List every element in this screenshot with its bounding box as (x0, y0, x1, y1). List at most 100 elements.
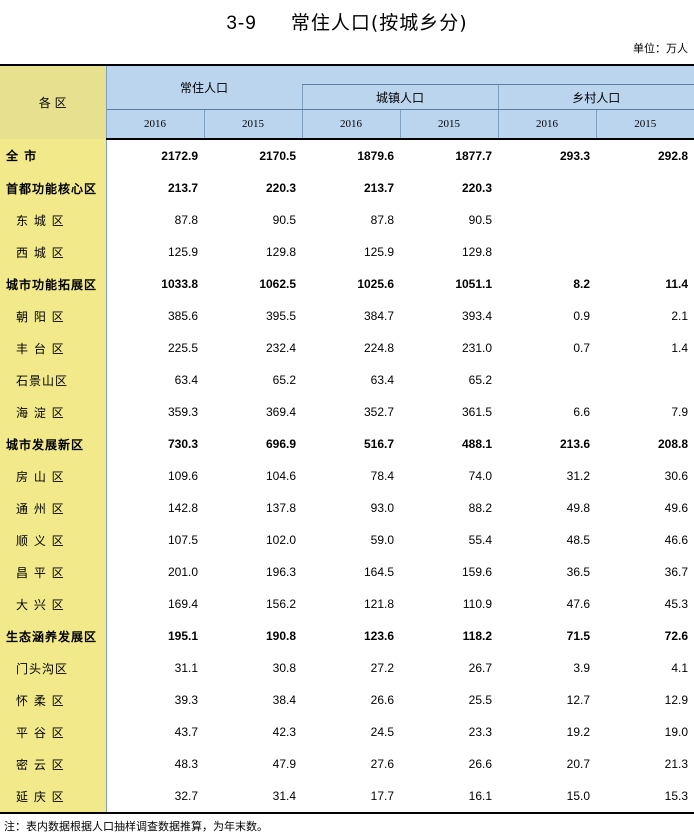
value-cell: 8.2 (573, 277, 591, 291)
value-cell: 3.9 (573, 661, 591, 675)
value-cell: 361.5 (461, 405, 493, 419)
region-name: 城市发展新区 (0, 428, 107, 460)
value-cell: 201.0 (167, 565, 198, 579)
value-cell: 196.3 (265, 565, 297, 579)
region-name: 西 城 区 (0, 236, 107, 268)
value-cell: 31.1 (174, 661, 198, 675)
value-cell: 696.9 (265, 437, 297, 451)
value-cell: 26.6 (370, 693, 395, 707)
value-cell: 42.3 (272, 725, 297, 739)
region-name: 生态涵养发展区 (0, 620, 107, 652)
value-cell (498, 172, 596, 204)
year-header: 2015 (204, 109, 303, 140)
value-cell: 121.8 (363, 597, 395, 611)
value-cell: 123.6 (363, 629, 395, 643)
table-row: 平 谷 区 43.7 42.3 24.5 23.3 19.2 19.0 (0, 716, 694, 748)
value-cell: 49.6 (664, 501, 689, 515)
value-cell: 208.8 (657, 437, 689, 451)
year-header: 2016 (498, 109, 597, 140)
value-cell: 102.0 (265, 533, 297, 547)
table-row: 全 市 2172.9 2170.5 1879.6 1877.7 293.3 292.8 (0, 139, 694, 172)
table-row: 生态涵养发展区 195.1 190.8 123.6 118.2 71.5 72.6 (0, 620, 694, 652)
value-cell: 156.2 (265, 597, 297, 611)
value-cell: 30.6 (664, 469, 689, 483)
value-cell: 1877.7 (455, 149, 493, 163)
region-name: 延 庆 区 (0, 780, 107, 813)
value-cell: 32.7 (174, 789, 198, 803)
value-cell: 47.6 (566, 597, 591, 611)
table-row: 昌 平 区 201.0 196.3 164.5 159.6 36.5 36.7 (0, 556, 694, 588)
value-cell: 74.0 (468, 469, 493, 483)
value-cell: 1025.6 (357, 277, 395, 291)
value-cell: 220.3 (461, 181, 493, 195)
value-cell: 30.8 (272, 661, 297, 675)
value-cell: 12.9 (664, 693, 689, 707)
value-cell: 25.5 (468, 693, 493, 707)
value-cell: 19.2 (566, 725, 591, 739)
value-cell: 63.4 (370, 373, 395, 387)
value-cell: 48.3 (174, 757, 198, 771)
value-cell: 90.5 (468, 213, 493, 227)
value-cell: 38.4 (272, 693, 297, 707)
value-cell: 0.9 (573, 309, 591, 323)
value-cell: 27.2 (370, 661, 395, 675)
value-cell: 1051.1 (455, 277, 493, 291)
region-name: 门头沟区 (0, 652, 107, 684)
value-cell: 393.4 (461, 309, 493, 323)
table-row: 朝 阳 区 385.6 395.5 384.7 393.4 0.9 2.1 (0, 300, 694, 332)
value-cell: 15.0 (566, 789, 591, 803)
value-cell: 0.7 (573, 341, 591, 355)
value-cell: 87.8 (370, 213, 395, 227)
value-cell (596, 364, 694, 396)
value-cell: 16.1 (468, 789, 493, 803)
value-cell: 488.1 (461, 437, 493, 451)
year-header: 2016 (106, 109, 205, 140)
value-cell (498, 364, 596, 396)
value-cell: 93.0 (370, 501, 395, 515)
region-header: 各 区 (0, 65, 107, 139)
value-cell: 6.6 (573, 405, 591, 419)
value-cell: 21.3 (664, 757, 689, 771)
value-cell: 129.8 (461, 245, 493, 259)
region-name: 通 州 区 (0, 492, 107, 524)
value-cell: 72.6 (664, 629, 689, 643)
value-cell: 39.3 (174, 693, 198, 707)
value-cell: 36.5 (566, 565, 591, 579)
value-cell: 20.7 (566, 757, 591, 771)
value-cell: 293.3 (559, 149, 591, 163)
region-name: 海 淀 区 (0, 396, 107, 428)
value-cell (498, 236, 596, 268)
value-cell: 78.4 (370, 469, 395, 483)
value-cell: 11.4 (665, 277, 689, 291)
value-cell: 4.1 (671, 661, 689, 675)
population-table: 各 区 常住人口 城镇人口 乡村人口 2016 2015 2016 2015 2… (0, 64, 694, 814)
table-row: 通 州 区 142.8 137.8 93.0 88.2 49.8 49.6 (0, 492, 694, 524)
page-title: 3-9 常住人口(按城乡分) (0, 8, 694, 35)
value-cell: 87.8 (174, 213, 198, 227)
value-cell: 190.8 (265, 629, 297, 643)
table-row: 房 山 区 109.6 104.6 78.4 74.0 31.2 30.6 (0, 460, 694, 492)
value-cell: 65.2 (468, 373, 493, 387)
region-name: 平 谷 区 (0, 716, 107, 748)
value-cell: 395.5 (265, 309, 297, 323)
value-cell: 45.3 (664, 597, 689, 611)
value-cell (596, 172, 694, 204)
value-cell: 195.1 (167, 629, 198, 643)
value-cell: 55.4 (468, 533, 493, 547)
table-row: 石景山区 63.4 65.2 63.4 65.2 (0, 364, 694, 396)
value-cell: 730.3 (167, 437, 198, 451)
value-cell: 2170.5 (259, 149, 297, 163)
value-cell: 129.8 (265, 245, 297, 259)
value-cell: 292.8 (657, 149, 689, 163)
value-cell: 137.8 (265, 501, 297, 515)
value-cell: 7.9 (671, 405, 689, 419)
value-cell: 220.3 (265, 181, 297, 195)
value-cell: 31.4 (272, 789, 297, 803)
table-row: 首都功能核心区 213.7 220.3 213.7 220.3 (0, 172, 694, 204)
table-row: 怀 柔 区 39.3 38.4 26.6 25.5 12.7 12.9 (0, 684, 694, 716)
value-cell: 118.2 (462, 629, 493, 643)
value-cell: 12.7 (566, 693, 591, 707)
region-name: 怀 柔 区 (0, 684, 107, 716)
value-cell: 88.2 (468, 501, 493, 515)
value-cell: 359.3 (167, 405, 198, 419)
